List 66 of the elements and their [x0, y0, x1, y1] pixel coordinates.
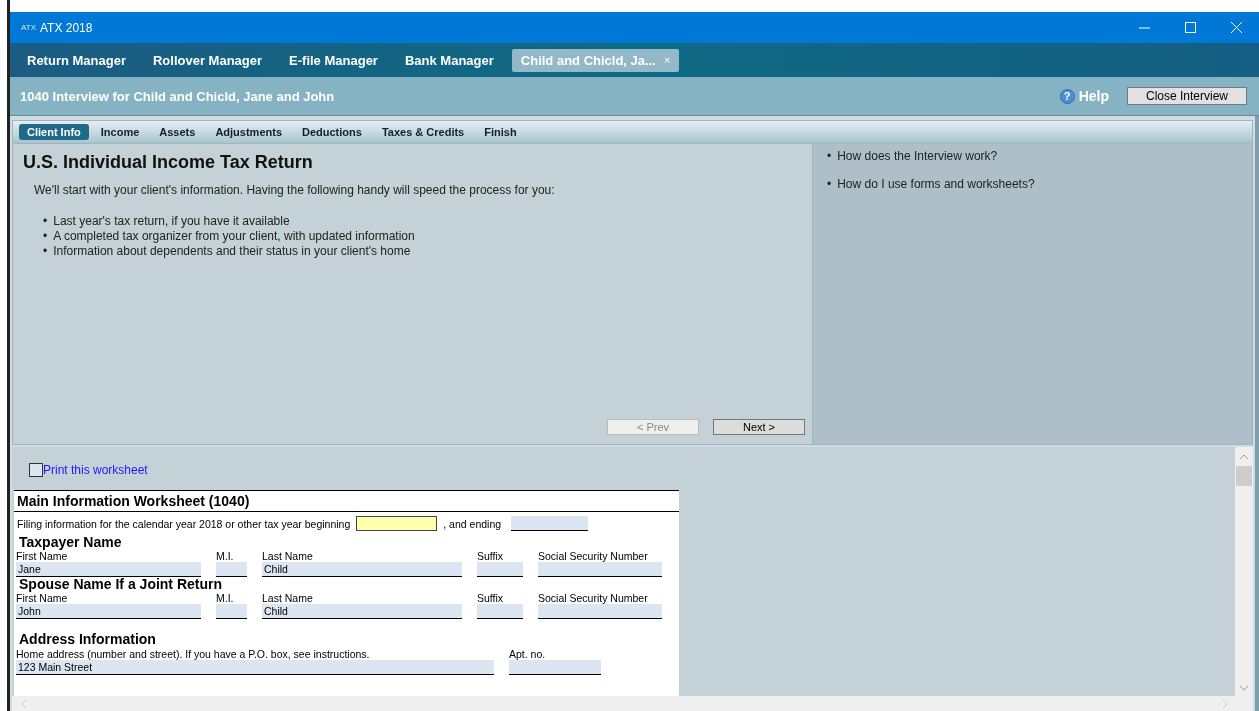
field-label: Suffix: [477, 592, 505, 604]
bullet-icon: •: [43, 229, 48, 244]
checkbox[interactable]: [29, 463, 43, 477]
bullet-icon: •: [43, 244, 48, 259]
app-tab[interactable]: E-file Manager: [280, 48, 387, 72]
app-tab[interactable]: Bank Manager: [395, 48, 503, 72]
field-label: Social Security Number: [538, 592, 649, 604]
checklist-item: Last year's tax return, if you have it available: [53, 214, 290, 229]
field-label: Apt. no.: [509, 648, 547, 660]
section-tab[interactable]: Income: [92, 124, 148, 140]
section-tab[interactable]: Deductions: [294, 124, 370, 140]
print-link[interactable]: Print this worksheet: [43, 463, 148, 477]
section-heading: Address Information: [19, 632, 157, 647]
input-field[interactable]: [477, 562, 523, 577]
input-field[interactable]: Jane: [16, 562, 201, 577]
input-field[interactable]: 123 Main Street: [16, 660, 494, 675]
checklist-item: Information about dependents and their status in your client's home: [53, 244, 411, 259]
field-label: M.I.: [216, 550, 235, 562]
input-field[interactable]: [538, 562, 662, 577]
intro-text: We'll start with your client's information. Having the following handy will speed the process for you:: [34, 183, 556, 197]
section-tab[interactable]: Client Info: [19, 124, 89, 140]
field-label: First Name: [16, 550, 69, 562]
help-link[interactable]: How does the Interview work?: [837, 149, 998, 164]
input-field[interactable]: John: [16, 604, 201, 619]
section-heading: Spouse Name If a Joint Return: [19, 577, 224, 592]
input-field[interactable]: [511, 516, 589, 531]
app-tab[interactable]: Rollover Manager: [143, 48, 272, 72]
interview-title: 1040 Interview for Child and Chicld, Jane and John: [20, 88, 336, 104]
input-field[interactable]: Child: [262, 604, 462, 619]
field-label: Filing information for the calendar year 2018 or other tax year beginning: [17, 517, 351, 530]
field-label: Home address (number and street). If you have a P.O. box, see instructions.: [16, 648, 371, 660]
help-icon: ?: [1059, 88, 1075, 104]
close-interview-button[interactable]: Close Interview: [1127, 87, 1247, 105]
input-field[interactable]: [477, 604, 523, 619]
field-label: M.I.: [216, 592, 235, 604]
input-field[interactable]: [509, 660, 601, 675]
field-label: Suffix: [477, 550, 505, 562]
bullet-icon: •: [827, 177, 832, 192]
worksheet-title: Main Information Worksheet (1040): [14, 490, 679, 512]
help-link[interactable]: How do I use forms and worksheets?: [837, 177, 1035, 192]
app-logo: ATX: [21, 23, 36, 32]
bullet-icon: •: [827, 149, 832, 164]
field-label: Social Security Number: [538, 550, 649, 562]
field-label: Last Name: [262, 592, 314, 604]
field-label: Last Name: [262, 550, 314, 562]
window-title: ATX 2018: [39, 20, 94, 35]
page-heading: U.S. Individual Income Tax Return: [23, 152, 314, 173]
input-field[interactable]: [356, 516, 438, 531]
section-tab[interactable]: Taxes & Credits: [373, 124, 473, 140]
field-label: First Name: [16, 592, 69, 604]
section-heading: Taxpayer Name: [19, 535, 123, 550]
close-icon[interactable]: [1230, 22, 1242, 33]
checklist-item: A completed tax organizer from your client, with updated information: [53, 229, 415, 244]
next-button[interactable]: Next >: [713, 419, 805, 435]
section-tab[interactable]: Adjustments: [207, 124, 290, 140]
scrollbar-thumb[interactable]: [1236, 466, 1252, 486]
field-label: , and ending: [443, 517, 502, 530]
section-tab[interactable]: Assets: [151, 124, 204, 140]
input-field[interactable]: [216, 562, 247, 577]
input-field[interactable]: [538, 604, 662, 619]
section-tab[interactable]: Finish: [476, 124, 525, 140]
app-tab[interactable]: Return Manager: [18, 48, 135, 72]
bullet-icon: •: [43, 214, 48, 229]
input-field[interactable]: [216, 604, 247, 619]
input-field[interactable]: Child: [262, 562, 462, 577]
maximize-icon[interactable]: [1184, 22, 1196, 33]
